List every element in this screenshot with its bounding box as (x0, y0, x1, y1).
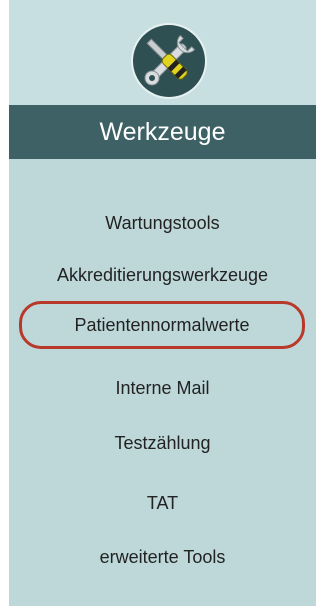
menu-item-wartungstools[interactable]: Wartungstools (9, 203, 316, 243)
menu-item-label: Testzählung (114, 432, 211, 453)
menu-item-patientennormalwerte[interactable]: Patientennormalwerte (19, 301, 305, 349)
menu-item-interne-mail[interactable]: Interne Mail (9, 368, 316, 408)
menu-item-tat[interactable]: TAT (9, 483, 316, 523)
menu-item-label: Patientennormalwerte (74, 314, 250, 335)
menu-item-label: Interne Mail (115, 377, 210, 398)
menu-item-erweiterte-tools[interactable]: erweiterte Tools (9, 537, 316, 577)
menu-item-label: Wartungstools (105, 212, 220, 233)
menu-item-akkreditierungswerkzeuge[interactable]: Akkreditierungswerkzeuge (9, 255, 316, 295)
menu-item-testzaehlung[interactable]: Testzählung (9, 423, 316, 463)
panel-title: Werkzeuge (9, 105, 316, 159)
wrench-screwdriver-icon (133, 25, 205, 97)
menu-item-label: Akkreditierungswerkzeuge (56, 264, 269, 285)
menu-item-label: TAT (146, 492, 179, 513)
panel-header (9, 0, 316, 105)
menu-item-label: erweiterte Tools (99, 546, 226, 567)
tools-panel: Werkzeuge Wartungstools Akkreditierungsw… (9, 0, 316, 606)
